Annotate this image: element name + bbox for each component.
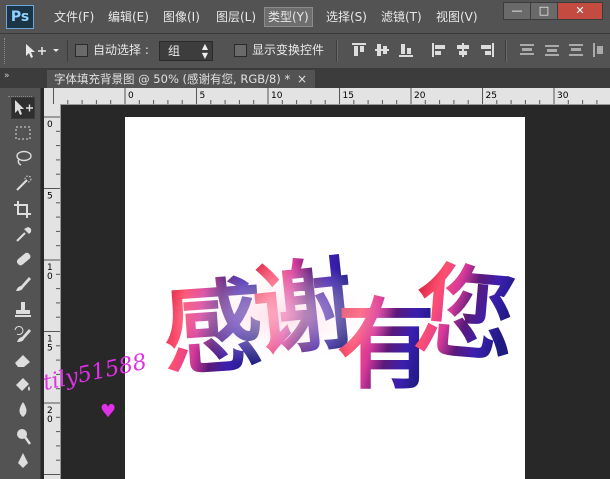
quick-select-tool-icon bbox=[16, 175, 32, 191]
separator bbox=[336, 40, 338, 62]
document-tab[interactable]: 字体填充背景图 @ 50% (感谢有您, RGB/8) * × bbox=[47, 70, 315, 88]
options-grip[interactable] bbox=[4, 38, 9, 64]
align-bottom-icon[interactable] bbox=[398, 42, 414, 58]
vertical-ruler-ticks: 05101520 bbox=[44, 116, 60, 475]
ruler-h-label: 10 bbox=[271, 91, 283, 101]
auto-select-dropdown[interactable]: 组 ▲ ▼ bbox=[159, 41, 213, 61]
menu-0[interactable]: 文件(F) bbox=[51, 8, 97, 26]
auto-select-value: 组 bbox=[168, 44, 181, 58]
horizontal-ruler-ticks: 0 5 10 15 20 25 30 bbox=[53, 88, 598, 104]
healing-brush-tool-icon bbox=[16, 252, 31, 266]
vertical-ruler[interactable]: 05101520 bbox=[44, 104, 61, 479]
align-left-icon[interactable] bbox=[431, 42, 447, 58]
pen-tool-button[interactable] bbox=[12, 451, 34, 471]
distribute-top-icon[interactable] bbox=[519, 42, 535, 58]
move-tool-button[interactable] bbox=[11, 97, 35, 119]
ruler-h-label: 25 bbox=[486, 91, 497, 101]
document-tab-title: 字体填充背景图 @ 50% (感谢有您, RGB/8) * bbox=[54, 72, 291, 86]
brush-tool-button[interactable] bbox=[12, 274, 34, 294]
menu-5[interactable]: 选择(S) bbox=[323, 8, 370, 26]
ruler-v-label: 0 bbox=[47, 120, 53, 130]
ruler-v-label: 5 bbox=[47, 192, 53, 202]
clone-stamp-tool-button[interactable] bbox=[12, 300, 34, 320]
dodge-tool-icon bbox=[17, 428, 32, 445]
distribute-left-icon[interactable] bbox=[592, 42, 606, 58]
quick-select-tool-button[interactable] bbox=[12, 174, 34, 194]
distribute-vertical-center-icon[interactable] bbox=[544, 42, 560, 58]
move-tool-icon bbox=[26, 44, 59, 58]
eraser-tool-button[interactable] bbox=[12, 350, 34, 370]
lasso-tool-button[interactable] bbox=[12, 148, 34, 168]
align-horizontal-center-icon[interactable] bbox=[455, 42, 471, 58]
align-top-icon[interactable] bbox=[351, 42, 367, 58]
separator bbox=[67, 40, 68, 62]
ruler-h-label: 0 bbox=[128, 91, 134, 101]
ruler-h-label: 15 bbox=[343, 91, 354, 101]
panel-collapse-arrows-icon[interactable]: » bbox=[4, 71, 9, 81]
crop-tool-icon bbox=[14, 200, 31, 218]
move-tool-icon bbox=[15, 100, 33, 115]
healing-brush-tool-button[interactable] bbox=[12, 249, 34, 269]
maximize-button[interactable]: □ bbox=[530, 2, 558, 20]
text-glow bbox=[165, 247, 495, 397]
pen-tool-icon bbox=[18, 452, 28, 468]
updown-arrows-icon: ▲ ▼ bbox=[201, 42, 208, 60]
heart-icon: ♥ bbox=[100, 401, 117, 422]
menu-4[interactable]: 类型(Y) bbox=[264, 7, 313, 27]
tools-panel-grip[interactable] bbox=[8, 88, 32, 97]
crop-tool-button[interactable] bbox=[12, 199, 34, 219]
marquee-tool-button[interactable] bbox=[12, 123, 34, 143]
blur-tool-icon bbox=[19, 402, 27, 418]
blur-tool-button[interactable] bbox=[12, 400, 34, 420]
photoshop-logo: Ps bbox=[6, 5, 34, 29]
paint-bucket-tool-icon bbox=[16, 378, 30, 392]
ruler-h-label: 5 bbox=[200, 91, 206, 101]
eyedropper-tool-button[interactable] bbox=[12, 224, 34, 244]
text-artwork: 感 谢 有 您 bbox=[159, 244, 520, 403]
align-vertical-center-icon[interactable] bbox=[374, 42, 390, 58]
menu-bar: Ps 文件(F) 编辑(E) 图像(I) 图层(L) 类型(Y) 选择(S) 滤镜(T) 视图… bbox=[0, 0, 610, 34]
eraser-tool-icon bbox=[15, 355, 30, 367]
marquee-tool-icon bbox=[15, 126, 31, 140]
auto-select-label: 自动选择 : bbox=[93, 43, 149, 57]
horizontal-ruler[interactable]: 0 5 10 15 20 25 30 bbox=[44, 88, 610, 105]
tool-preset-picker[interactable] bbox=[22, 42, 62, 60]
ruler-h-label: 30 bbox=[557, 91, 569, 101]
ruler-v-label: 0 bbox=[47, 272, 53, 282]
menu-2[interactable]: 图像(I) bbox=[160, 8, 203, 26]
tab-close-icon[interactable]: × bbox=[297, 70, 307, 88]
ruler-h-label: 20 bbox=[414, 91, 426, 101]
dodge-tool-button[interactable] bbox=[12, 426, 34, 446]
menu-1[interactable]: 编辑(E) bbox=[105, 8, 152, 26]
auto-select-checkbox[interactable] bbox=[75, 44, 88, 57]
menu-7[interactable]: 视图(V) bbox=[433, 8, 481, 26]
transform-controls-checkbox[interactable] bbox=[234, 44, 247, 57]
ruler-v-label: 0 bbox=[47, 415, 53, 425]
brush-tool-icon bbox=[16, 277, 31, 292]
separator bbox=[505, 40, 507, 62]
paint-bucket-tool-button[interactable] bbox=[12, 375, 34, 395]
menu-6[interactable]: 滤镜(T) bbox=[378, 8, 425, 26]
distribute-bottom-icon[interactable] bbox=[568, 42, 584, 58]
document-canvas[interactable]: 感 谢 有 您 bbox=[125, 117, 525, 479]
eyedropper-tool-icon bbox=[16, 227, 32, 242]
lasso-tool-icon bbox=[16, 151, 32, 167]
menu-3[interactable]: 图层(L) bbox=[213, 8, 259, 26]
close-button[interactable]: ✕ bbox=[557, 2, 603, 20]
ruler-v-label: 5 bbox=[47, 344, 53, 354]
history-brush-tool-button[interactable] bbox=[12, 325, 34, 345]
minimize-button[interactable]: — bbox=[503, 2, 531, 20]
history-brush-tool-icon bbox=[14, 325, 31, 342]
align-right-icon[interactable] bbox=[479, 42, 495, 58]
transform-controls-label: 显示变换控件 bbox=[252, 43, 325, 57]
clone-stamp-tool-icon bbox=[15, 301, 31, 317]
